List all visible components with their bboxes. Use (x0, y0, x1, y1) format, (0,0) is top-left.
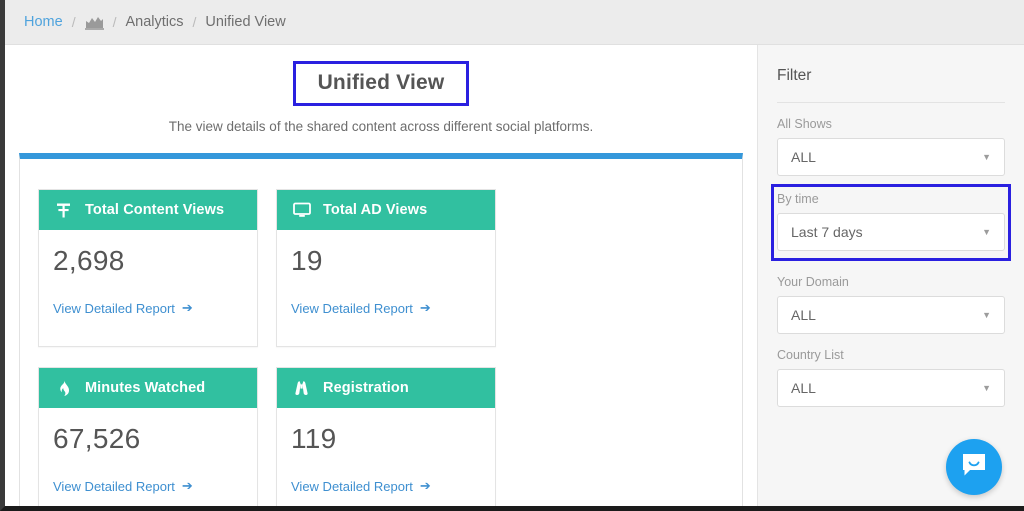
page-title: Unified View (292, 61, 470, 106)
arrow-right-icon: ➔ (181, 478, 193, 493)
film-strip-icon (53, 201, 74, 219)
desktop-monitor-icon (291, 201, 312, 219)
chevron-down-icon: ▼ (982, 151, 991, 162)
view-detailed-report-label: View Detailed Report (291, 478, 413, 494)
metric-card[interactable]: Total Content Views 2,698 View Detailed … (38, 189, 258, 347)
metric-card-title: Total AD Views (323, 202, 428, 218)
view-detailed-report-link[interactable]: View Detailed Report ➔ (291, 300, 431, 316)
breadcrumb-current: Unified View (205, 14, 286, 30)
filter-select-your-domain[interactable]: ALL ▼ (777, 296, 1005, 334)
fire-flame-icon (53, 379, 74, 397)
filter-group-all-shows: All Shows ALL ▼ (777, 103, 1005, 176)
filter-select-country-list[interactable]: ALL ▼ (777, 369, 1005, 407)
metric-card[interactable]: Minutes Watched 67,526 View Detailed Rep… (38, 367, 258, 506)
metric-card-header: Total AD Views (277, 190, 495, 230)
filter-group-by-time: By time Last 7 days ▼ (771, 184, 1011, 261)
breadcrumb-home-link[interactable]: Home (24, 14, 63, 30)
view-detailed-report-label: View Detailed Report (53, 478, 175, 494)
app-window: Home / / Analytics / Unified View Unifie… (0, 0, 1024, 511)
chat-launcher-button[interactable] (946, 439, 1002, 495)
filter-select-value-all-shows: ALL (791, 149, 816, 165)
filter-select-value-country-list: ALL (791, 380, 816, 396)
metric-card-grid: Total Content Views 2,698 View Detailed … (38, 189, 724, 506)
view-detailed-report-label: View Detailed Report (291, 300, 413, 316)
arrow-right-icon: ➔ (419, 300, 431, 315)
title-block: Unified View The view details of the sha… (19, 45, 743, 134)
metric-card-body: 67,526 View Detailed Report ➔ (39, 408, 257, 506)
chat-smiley-bubble-icon (960, 451, 988, 483)
metric-card-body: 2,698 View Detailed Report ➔ (39, 230, 257, 346)
view-detailed-report-link[interactable]: View Detailed Report ➔ (53, 478, 193, 494)
metric-card-body: 119 View Detailed Report ➔ (277, 408, 495, 506)
metric-card-title: Registration (323, 380, 409, 396)
binoculars-icon (291, 379, 312, 397)
chevron-down-icon: ▼ (982, 382, 991, 393)
breadcrumb: Home / / Analytics / Unified View (5, 0, 1024, 45)
chevron-down-icon: ▼ (982, 226, 991, 237)
view-detailed-report-link[interactable]: View Detailed Report ➔ (291, 478, 431, 494)
main-content: Unified View The view details of the sha… (5, 45, 757, 506)
area-chart-icon[interactable] (84, 15, 104, 30)
page-subtitle: The view details of the shared content a… (168, 119, 594, 134)
view-detailed-report-link[interactable]: View Detailed Report ➔ (53, 300, 193, 316)
metric-card-title: Minutes Watched (85, 380, 206, 396)
filter-panel-title: Filter (777, 67, 1005, 103)
metric-card-header: Minutes Watched (39, 368, 257, 408)
breadcrumb-section[interactable]: Analytics (125, 14, 183, 30)
filter-label-country-list: Country List (777, 348, 844, 362)
breadcrumb-separator-2: / (112, 14, 117, 30)
metric-card-value: 119 (291, 423, 337, 454)
filter-group-your-domain: Your Domain ALL ▼ (777, 261, 1005, 334)
filter-label-by-time: By time (777, 192, 819, 206)
metric-card-title: Total Content Views (85, 202, 225, 218)
page-body: Unified View The view details of the sha… (5, 45, 1024, 506)
filter-select-value-your-domain: ALL (791, 307, 816, 323)
filter-select-all-shows[interactable]: ALL ▼ (777, 138, 1005, 176)
filter-label-your-domain: Your Domain (777, 275, 849, 289)
breadcrumb-separator-3: / (192, 14, 197, 30)
metric-card-header: Total Content Views (39, 190, 257, 230)
filter-label-all-shows: All Shows (777, 117, 832, 131)
metric-card-value: 67,526 (53, 423, 141, 454)
chevron-down-icon: ▼ (982, 309, 991, 320)
arrow-right-icon: ➔ (419, 478, 431, 493)
metric-card-header: Registration (277, 368, 495, 408)
metric-card[interactable]: Registration 119 View Detailed Report ➔ (276, 367, 496, 506)
filter-group-country-list: Country List ALL ▼ (777, 334, 1005, 407)
metric-card[interactable]: Total AD Views 19 View Detailed Report ➔ (276, 189, 496, 347)
filter-select-by-time[interactable]: Last 7 days ▼ (777, 213, 1005, 251)
arrow-right-icon: ➔ (181, 300, 193, 315)
metric-card-body: 19 View Detailed Report ➔ (277, 230, 495, 346)
breadcrumb-separator: / (71, 14, 76, 30)
filter-select-value-by-time: Last 7 days (791, 224, 863, 240)
view-detailed-report-label: View Detailed Report (53, 300, 175, 316)
metrics-panel: Total Content Views 2,698 View Detailed … (19, 153, 743, 506)
filter-sidebar: Filter All Shows ALL ▼ By time Last 7 da… (757, 45, 1024, 506)
metric-card-value: 19 (291, 245, 323, 276)
metric-card-value: 2,698 (53, 245, 125, 276)
